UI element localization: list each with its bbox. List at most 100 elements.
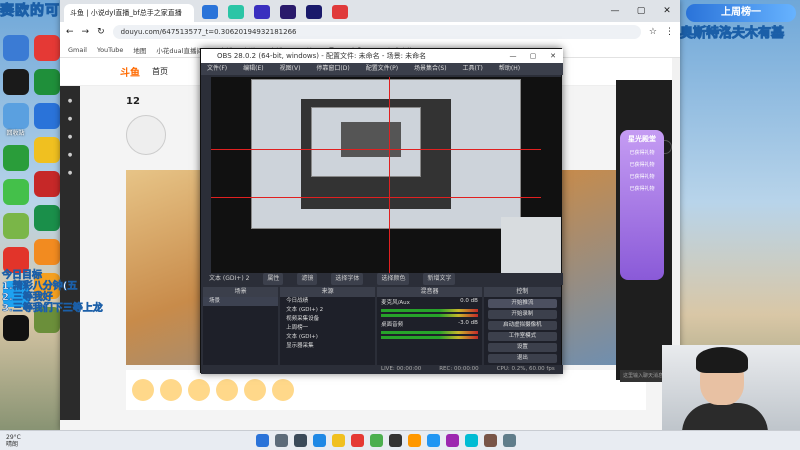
volume-meter[interactable] [381,331,478,334]
back-icon[interactable]: ← [66,27,74,37]
minimize-icon[interactable]: — [602,0,628,22]
desktop-app-icon[interactable] [2,69,29,95]
obs-preview[interactable] [211,77,561,273]
desktop-app-icon[interactable] [33,239,60,265]
app-icon[interactable] [228,5,244,19]
properties-button[interactable]: 属性 [263,273,284,285]
volume-meter[interactable] [381,309,478,312]
control-button[interactable]: 工作室模式 [487,332,557,341]
volume-meter[interactable] [381,336,478,339]
app-icon[interactable] [465,434,478,447]
volume-meter[interactable] [381,314,478,317]
room-sidebar: ● ● ● ● ● [60,86,80,420]
gift-icon[interactable] [132,379,154,401]
source-item[interactable]: 显示器采集 [280,342,375,351]
nav-home[interactable]: 首页 [152,66,168,77]
control-button[interactable]: 开始录制 [487,310,557,319]
obs-menu-item[interactable]: 视图(V) [280,63,301,75]
desktop-app-icon[interactable] [2,103,29,129]
bookmark-item[interactable]: 小花dual直播间 [156,45,203,55]
browser-tab[interactable]: 斗鱼 | 小说dyl直播_bf总手之家直播 [64,4,194,22]
maximize-icon[interactable]: ▢ [523,49,543,63]
control-button[interactable]: 开始推流 [487,299,557,308]
gift-icon[interactable] [244,379,266,401]
avatar[interactable] [126,115,166,155]
sidebar-item[interactable]: ● [60,98,80,104]
sidebar-item[interactable]: ● [60,134,80,140]
text-value[interactable]: 新增文字 [423,273,456,285]
source-item[interactable]: 文本 (GDI+) 2 [280,306,375,315]
app-icon[interactable] [351,434,364,447]
source-item[interactable]: 文本 (GDI+) [280,333,375,342]
desktop-app-icon[interactable] [2,213,29,239]
obs-menu-item[interactable]: 编辑(E) [243,63,263,75]
scene-item[interactable]: 场景 [203,297,279,306]
bookmark-item[interactable]: YouTube [97,46,123,54]
app-icon[interactable] [202,5,218,19]
chrome-icon[interactable] [427,434,440,447]
bookmark-item[interactable]: Gmail [68,46,87,54]
sidebar-item[interactable]: ● [60,152,80,158]
app-icon[interactable] [313,434,326,447]
obs-menu-item[interactable]: 文件(F) [207,63,227,75]
app-icon[interactable] [370,434,383,447]
folder-icon[interactable] [332,434,345,447]
menu-icon[interactable]: ⋮ [665,27,674,37]
desktop-app-icon[interactable] [2,179,29,205]
desktop-app-icon[interactable] [33,103,60,129]
weather-widget[interactable]: 29°C 晴朗 [0,434,60,448]
obs-menu-item[interactable]: 工具(T) [463,63,483,75]
desktop-app-icon[interactable] [2,35,29,61]
desktop-app-icon[interactable] [2,315,29,341]
control-button[interactable]: 退出 [487,354,557,363]
color-button[interactable]: 选择颜色 [377,273,410,285]
photoshop-icon[interactable] [254,5,270,19]
gift-icon[interactable] [160,379,182,401]
control-button[interactable]: 启动虚拟摄像机 [487,321,557,330]
gift-icon[interactable] [188,379,210,401]
source-item[interactable]: 今日战绩 [280,297,375,306]
taskview-icon[interactable] [294,434,307,447]
source-item[interactable]: 视频采集设备 [280,315,375,324]
audition-icon[interactable] [306,5,322,19]
obs-menu-item[interactable]: 场景集合(S) [414,63,447,75]
app-icon[interactable] [332,5,348,19]
start-icon[interactable] [256,434,269,447]
site-logo[interactable]: 斗鱼 [120,64,140,79]
star-icon[interactable]: ☆ [649,27,657,37]
desktop-app-icon[interactable] [33,137,60,163]
font-button[interactable]: 选择字体 [331,273,364,285]
gift-icon[interactable] [216,379,238,401]
obs-icon[interactable] [389,434,402,447]
bookmark-item[interactable]: 地图 [133,45,146,55]
search-icon[interactable] [275,434,288,447]
maximize-icon[interactable]: ▢ [628,0,654,22]
forward-icon[interactable]: → [82,27,90,37]
sidebar-item[interactable]: ● [60,170,80,176]
desktop-app-icon[interactable] [2,145,29,171]
desktop-app-icon[interactable] [33,69,60,95]
obs-menu-bar: 文件(F) 编辑(E) 视图(V) 停靠窗口(D) 配置文件(P) 场景集合(S) 工具(T… [201,63,563,75]
desktop-app-icon[interactable] [33,205,60,231]
obs-menu-item[interactable]: 帮助(H) [499,63,520,75]
app-icon[interactable] [503,434,516,447]
source-item[interactable]: 上周榜一 [280,324,375,333]
obs-menu-item[interactable]: 配置文件(P) [366,63,398,75]
filters-button[interactable]: 滤镜 [297,273,318,285]
close-icon[interactable]: ✕ [543,49,563,63]
minimize-icon[interactable]: — [503,49,523,63]
obs-menu-item[interactable]: 停靠窗口(D) [316,63,349,75]
close-icon[interactable]: ✕ [654,0,680,22]
sidebar-item[interactable]: ● [60,116,80,122]
alignment-guide [211,149,541,150]
reload-icon[interactable]: ↻ [97,27,105,37]
gift-icon[interactable] [272,379,294,401]
desktop-app-icon[interactable] [33,35,60,61]
premiere-icon[interactable] [280,5,296,19]
app-icon[interactable] [484,434,497,447]
desktop-app-icon[interactable] [33,171,60,197]
app-icon[interactable] [446,434,459,447]
control-button[interactable]: 设置 [487,343,557,352]
app-icon[interactable] [408,434,421,447]
url-input[interactable]: douyu.com/647513577_t=0.3062019493218126… [112,25,641,39]
